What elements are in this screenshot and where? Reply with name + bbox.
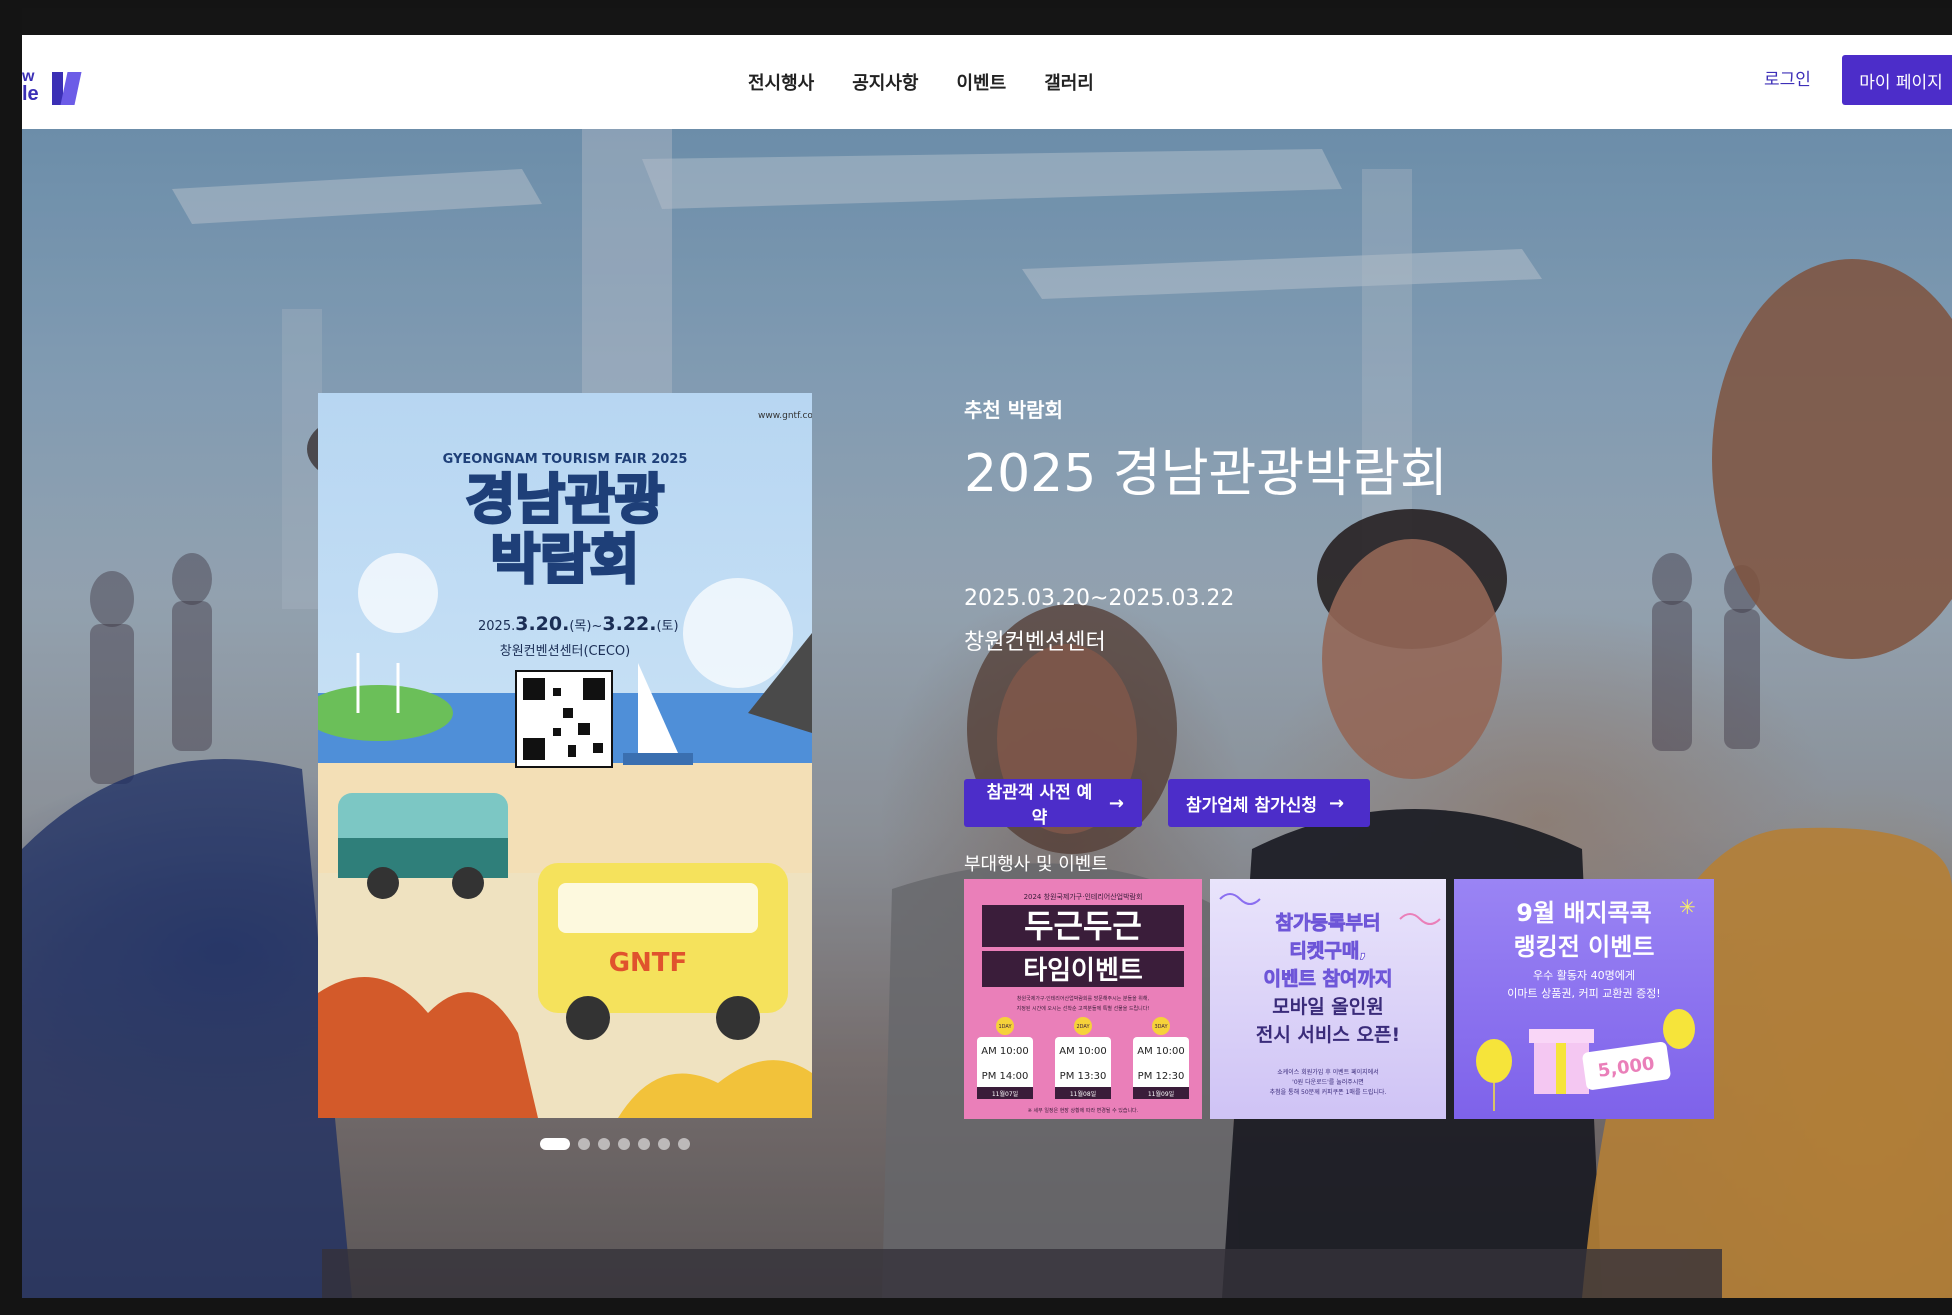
slide-dot-7[interactable]	[678, 1138, 690, 1150]
hero-banner: www.gntf.co.kr GYEONGNAM TOURISM FAIR 20…	[22, 129, 1952, 1298]
event1-day2-date: 11월08일	[1070, 1090, 1096, 1098]
event2-line2: 티켓구매,	[1289, 940, 1366, 962]
event1-footer: ※ 세부 일정은 현장 상황에 따라 변경될 수 있습니다.	[1028, 1107, 1139, 1114]
event1-day1-label: 1DAY	[998, 1024, 1012, 1030]
featured-fair-poster[interactable]: www.gntf.co.kr GYEONGNAM TOURISM FAIR 20…	[318, 393, 812, 1118]
fair-title: 2025 경남관광박람회	[964, 444, 1448, 504]
event1-day1-date: 11월07일	[992, 1090, 1018, 1098]
poster-day-end: (토)	[656, 619, 678, 634]
event2-sub1: 쇼케이스 회원가입 후 이벤트 페이지에서	[1277, 1068, 1378, 1076]
slide-dot-2[interactable]	[578, 1138, 590, 1150]
poster-en-title: GYEONGNAM TOURISM FAIR 2025	[443, 452, 688, 467]
event1-day3-date: 11월09일	[1148, 1090, 1174, 1098]
event1-day3-pm: PM 12:30	[1138, 1071, 1185, 1082]
nav-exhibitions[interactable]: 전시행사	[748, 69, 814, 95]
event3-line2: 랭킹전 이벤트	[1514, 933, 1655, 961]
event2-sub2: '0원 다운로드'를 눌러주시면	[1292, 1078, 1364, 1086]
slide-dot-3[interactable]	[598, 1138, 610, 1150]
recommend-label: 추천 박람회	[964, 398, 1063, 422]
visitor-preregister-button[interactable]: 참관객 사전 예약 →	[964, 779, 1142, 828]
poster-date-start: 3.20.	[515, 613, 569, 635]
arrow-right-icon: →	[1108, 792, 1124, 814]
slide-dot-1[interactable]	[540, 1138, 570, 1150]
event1-day2-pm: PM 13:30	[1060, 1071, 1107, 1082]
slide-dot-5[interactable]	[638, 1138, 650, 1150]
event2-line4: 모바일 올인원	[1272, 996, 1384, 1018]
event-card-time-event[interactable]: 2024 창원국제가구·인테리어산업박람회 두근두근 타임이벤트 창원국제가구·…	[964, 879, 1202, 1119]
side-events-label: 부대행사 및 이벤트	[964, 854, 1108, 875]
visitor-preregister-label: 참관객 사전 예약	[986, 783, 1093, 828]
browser-top-strip	[22, 8, 1952, 35]
poster-date-sep: ~	[591, 619, 602, 634]
event-card-mobile-service[interactable]: 참가등록부터 티켓구매, 이벤트 참여까지 모바일 올인원 전시 서비스 오픈!…	[1210, 879, 1446, 1119]
browser-viewport: w le 전시행사 공지사항 이벤트 갤러리 로그인 마이 페이지 www.gn…	[22, 8, 1952, 1298]
event1-day3-am: AM 10:00	[1137, 1046, 1184, 1057]
event2-line1: 참가등록부터	[1276, 912, 1381, 934]
event1-desc1: 창원국제가구·인테리어산업박람회를 방문해주시는 분들을 위해,	[1017, 995, 1150, 1002]
event1-day3-label: 3DAY	[1154, 1024, 1168, 1030]
event1-title2: 타임이벤트	[1023, 956, 1143, 986]
event-card-mobile-service-art: 참가등록부터 티켓구매, 이벤트 참여까지 모바일 올인원 전시 서비스 오픈!…	[1210, 879, 1446, 1119]
nav-events[interactable]: 이벤트	[957, 69, 1007, 95]
poster-illustration: www.gntf.co.kr GYEONGNAM TOURISM FAIR 20…	[318, 393, 812, 1118]
poster-venue: 창원컨벤션센터(CECO)	[500, 644, 630, 659]
event1-day1-pm: PM 14:00	[982, 1071, 1029, 1082]
event1-top-line: 2024 창원국제가구·인테리어산업박람회	[1024, 892, 1143, 901]
arrow-right-icon: →	[1329, 792, 1345, 814]
event2-sub3: 추첨을 통해 50분께 커피쿠폰 1매를 드립니다.	[1270, 1088, 1387, 1096]
event1-desc2: 지정된 시간에 오시는 선착순 고객분들께 특별 선물을 드립니다!	[1017, 1005, 1150, 1012]
poster-van-text: GNTF	[609, 948, 688, 978]
event-card-badge-ranking[interactable]: 9월 배지콕콕 랭킹전 이벤트 ✳ 우수 활동자 40명에게 이마트 상품권, …	[1454, 879, 1714, 1119]
logo-mark-slant	[60, 72, 82, 105]
poster-title-line1: 경남관광	[466, 468, 665, 531]
site-logo[interactable]: w le	[22, 69, 82, 109]
poster-url: www.gntf.co.kr	[758, 411, 812, 421]
event-card-badge-ranking-art: 9월 배지콕콕 랭킹전 이벤트 ✳ 우수 활동자 40명에게 이마트 상품권, …	[1454, 879, 1714, 1119]
main-nav: 전시행사 공지사항 이벤트 갤러리	[748, 35, 1094, 129]
event2-line5: 전시 서비스 오픈!	[1256, 1024, 1400, 1046]
poster-day-start: (목)	[569, 619, 591, 634]
exhibitor-apply-label: 참가업체 참가신청	[1186, 795, 1318, 816]
event-card-time-event-art: 2024 창원국제가구·인테리어산업박람회 두근두근 타임이벤트 창원국제가구·…	[964, 879, 1202, 1119]
hero-overlay	[22, 129, 1952, 1298]
fair-date: 2025.03.20~2025.03.22	[964, 586, 1235, 611]
fair-venue: 창원컨벤션센터	[964, 630, 1106, 655]
event2-line3: 이벤트 참여까지	[1264, 968, 1393, 990]
slide-dot-4[interactable]	[618, 1138, 630, 1150]
event3-star: ✳	[1679, 895, 1696, 919]
event3-sub2: 이마트 상품권, 커피 교환권 증정!	[1507, 987, 1660, 1000]
mypage-button[interactable]: 마이 페이지	[1842, 55, 1952, 105]
event3-sub1: 우수 활동자 40명에게	[1533, 968, 1635, 982]
logo-text-bottom: le	[22, 83, 39, 105]
poster-date-end: 3.22.	[602, 613, 656, 635]
event1-day2-am: AM 10:00	[1059, 1046, 1106, 1057]
poster-date-prefix: 2025.	[478, 619, 515, 634]
event1-day2-label: 2DAY	[1076, 1024, 1090, 1030]
login-link[interactable]: 로그인	[1764, 65, 1811, 90]
event1-day1-am: AM 10:00	[981, 1046, 1028, 1057]
poster-title-line2: 박람회	[490, 528, 639, 591]
event1-title1: 두근두근	[1024, 907, 1142, 945]
slide-indicator	[540, 1138, 690, 1150]
nav-notices[interactable]: 공지사항	[852, 69, 918, 95]
site-header: w le 전시행사 공지사항 이벤트 갤러리 로그인 마이 페이지	[22, 35, 1952, 129]
nav-gallery[interactable]: 갤러리	[1044, 69, 1094, 95]
event3-line1: 9월 배지콕콕	[1516, 899, 1651, 927]
slide-dot-6[interactable]	[658, 1138, 670, 1150]
exhibitor-apply-button[interactable]: 참가업체 참가신청 →	[1168, 779, 1370, 827]
